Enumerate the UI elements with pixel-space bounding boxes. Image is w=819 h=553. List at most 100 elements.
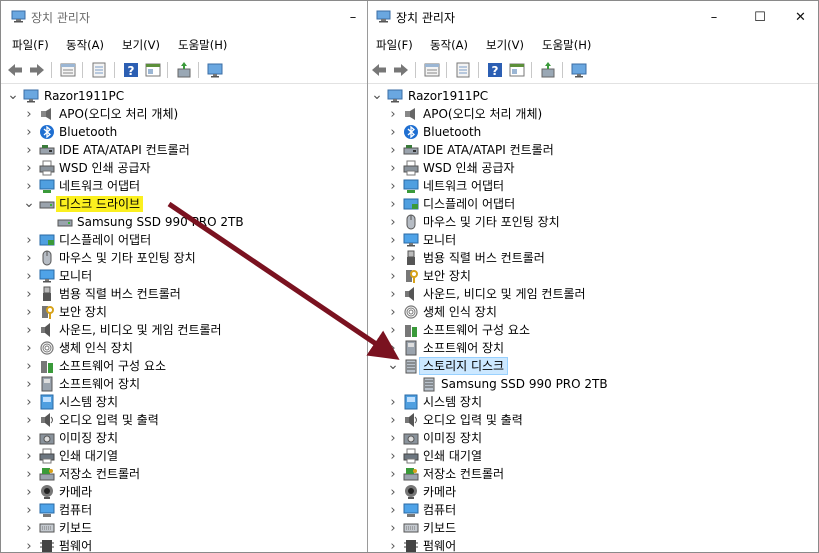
- device-category[interactable]: › 보안 장치: [1, 303, 367, 321]
- chevron-right-icon[interactable]: ›: [387, 285, 399, 303]
- back-arrow-icon[interactable]: [6, 61, 24, 79]
- menu-view[interactable]: 보기(V): [122, 37, 160, 53]
- update-driver-icon[interactable]: [90, 61, 108, 79]
- device-category[interactable]: › 소프트웨어 구성 요소: [368, 321, 818, 339]
- device-category[interactable]: › APO(오디오 처리 개체): [1, 105, 367, 123]
- chevron-right-icon[interactable]: ›: [387, 393, 399, 411]
- menu-file[interactable]: 파일(F): [12, 37, 49, 53]
- device-category[interactable]: › 모니터: [368, 231, 818, 249]
- scan-hardware-icon[interactable]: [539, 61, 557, 79]
- chevron-right-icon[interactable]: ›: [23, 321, 35, 339]
- device-category[interactable]: › 보안 장치: [368, 267, 818, 285]
- menu-help[interactable]: 도움말(H): [178, 37, 227, 53]
- chevron-right-icon[interactable]: ›: [23, 339, 35, 357]
- device-category[interactable]: › 이미징 장치: [1, 429, 367, 447]
- chevron-right-icon[interactable]: ›: [387, 231, 399, 249]
- device-category[interactable]: › 디스플레이 어댑터: [1, 231, 367, 249]
- chevron-right-icon[interactable]: ›: [387, 519, 399, 537]
- device-category[interactable]: ⌄ 디스크 드라이브: [1, 195, 367, 213]
- chevron-right-icon[interactable]: ›: [387, 141, 399, 159]
- scan-hardware-icon[interactable]: [175, 61, 193, 79]
- chevron-down-icon[interactable]: ⌄: [371, 87, 383, 105]
- chevron-right-icon[interactable]: ›: [387, 177, 399, 195]
- device-category[interactable]: › 범용 직렬 버스 컨트롤러: [368, 249, 818, 267]
- device-item[interactable]: Samsung SSD 990 PRO 2TB: [368, 375, 818, 393]
- device-category[interactable]: › Bluetooth: [368, 123, 818, 141]
- maximize-button[interactable]: ☐: [737, 1, 783, 33]
- chevron-right-icon[interactable]: ›: [387, 537, 399, 553]
- chevron-right-icon[interactable]: ›: [387, 429, 399, 447]
- chevron-right-icon[interactable]: ›: [23, 159, 35, 177]
- chevron-right-icon[interactable]: ›: [387, 213, 399, 231]
- chevron-right-icon[interactable]: ›: [387, 267, 399, 285]
- monitor-view-icon[interactable]: [570, 61, 588, 79]
- chevron-right-icon[interactable]: ›: [23, 465, 35, 483]
- menu-file[interactable]: 파일(F): [376, 37, 413, 53]
- menu-action[interactable]: 동작(A): [430, 37, 468, 53]
- device-category[interactable]: › 이미징 장치: [368, 429, 818, 447]
- properties-icon[interactable]: [59, 61, 77, 79]
- action-window-icon[interactable]: [144, 61, 162, 79]
- device-category[interactable]: › 마우스 및 기타 포인팅 장치: [1, 249, 367, 267]
- device-category[interactable]: › 소프트웨어 구성 요소: [1, 357, 367, 375]
- device-category[interactable]: › 펌웨어: [1, 537, 367, 552]
- device-category[interactable]: › 소프트웨어 장치: [1, 375, 367, 393]
- minimize-button[interactable]: –: [339, 1, 367, 33]
- device-category[interactable]: › 저장소 컨트롤러: [1, 465, 367, 483]
- chevron-right-icon[interactable]: ›: [387, 501, 399, 519]
- chevron-right-icon[interactable]: ›: [23, 105, 35, 123]
- properties-icon[interactable]: [423, 61, 441, 79]
- chevron-right-icon[interactable]: ›: [23, 429, 35, 447]
- chevron-down-icon[interactable]: ⌄: [7, 87, 19, 105]
- chevron-right-icon[interactable]: ›: [23, 177, 35, 195]
- device-category[interactable]: › 소프트웨어 장치: [368, 339, 818, 357]
- device-category[interactable]: › 오디오 입력 및 출력: [1, 411, 367, 429]
- chevron-right-icon[interactable]: ›: [23, 483, 35, 501]
- device-category[interactable]: › 펌웨어: [368, 537, 818, 552]
- chevron-right-icon[interactable]: ›: [23, 231, 35, 249]
- device-category[interactable]: › 키보드: [1, 519, 367, 537]
- chevron-right-icon[interactable]: ›: [387, 411, 399, 429]
- device-category[interactable]: › 사운드, 비디오 및 게임 컨트롤러: [1, 321, 367, 339]
- chevron-right-icon[interactable]: ›: [387, 321, 399, 339]
- chevron-right-icon[interactable]: ›: [23, 123, 35, 141]
- chevron-right-icon[interactable]: ›: [23, 411, 35, 429]
- chevron-right-icon[interactable]: ›: [387, 339, 399, 357]
- chevron-right-icon[interactable]: ›: [23, 249, 35, 267]
- update-driver-icon[interactable]: [454, 61, 472, 79]
- chevron-right-icon[interactable]: ›: [23, 141, 35, 159]
- device-category[interactable]: › WSD 인쇄 공급자: [1, 159, 367, 177]
- chevron-right-icon[interactable]: ›: [23, 519, 35, 537]
- action-window-icon[interactable]: [508, 61, 526, 79]
- device-category[interactable]: › 사운드, 비디오 및 게임 컨트롤러: [368, 285, 818, 303]
- chevron-right-icon[interactable]: ›: [23, 267, 35, 285]
- back-arrow-icon[interactable]: [370, 61, 388, 79]
- device-category[interactable]: › IDE ATA/ATAPI 컨트롤러: [1, 141, 367, 159]
- device-category[interactable]: › IDE ATA/ATAPI 컨트롤러: [368, 141, 818, 159]
- chevron-right-icon[interactable]: ›: [23, 303, 35, 321]
- tree-root-computer[interactable]: ⌄ Razor1911PC: [368, 87, 818, 105]
- forward-arrow-icon[interactable]: [28, 61, 46, 79]
- chevron-down-icon[interactable]: ⌄: [387, 357, 399, 375]
- chevron-right-icon[interactable]: ›: [387, 195, 399, 213]
- device-category[interactable]: › 네트워크 어댑터: [1, 177, 367, 195]
- close-button[interactable]: ✕: [783, 1, 818, 33]
- chevron-right-icon[interactable]: ›: [23, 537, 35, 553]
- chevron-down-icon[interactable]: ⌄: [23, 195, 35, 213]
- menu-action[interactable]: 동작(A): [66, 37, 104, 53]
- tree-root-computer[interactable]: ⌄ Razor1911PC: [1, 87, 367, 105]
- device-category[interactable]: › 컴퓨터: [1, 501, 367, 519]
- help-icon[interactable]: ?: [486, 61, 504, 79]
- device-item[interactable]: Samsung SSD 990 PRO 2TB: [1, 213, 367, 231]
- chevron-right-icon[interactable]: ›: [387, 123, 399, 141]
- chevron-right-icon[interactable]: ›: [387, 303, 399, 321]
- device-category[interactable]: › Bluetooth: [1, 123, 367, 141]
- device-category[interactable]: › 디스플레이 어댑터: [368, 195, 818, 213]
- device-category[interactable]: › 컴퓨터: [368, 501, 818, 519]
- device-category[interactable]: › 오디오 입력 및 출력: [368, 411, 818, 429]
- menu-view[interactable]: 보기(V): [486, 37, 524, 53]
- chevron-right-icon[interactable]: ›: [23, 447, 35, 465]
- device-category[interactable]: › 범용 직렬 버스 컨트롤러: [1, 285, 367, 303]
- device-category[interactable]: ⌄ 스토리지 디스크: [368, 357, 818, 375]
- device-category[interactable]: › WSD 인쇄 공급자: [368, 159, 818, 177]
